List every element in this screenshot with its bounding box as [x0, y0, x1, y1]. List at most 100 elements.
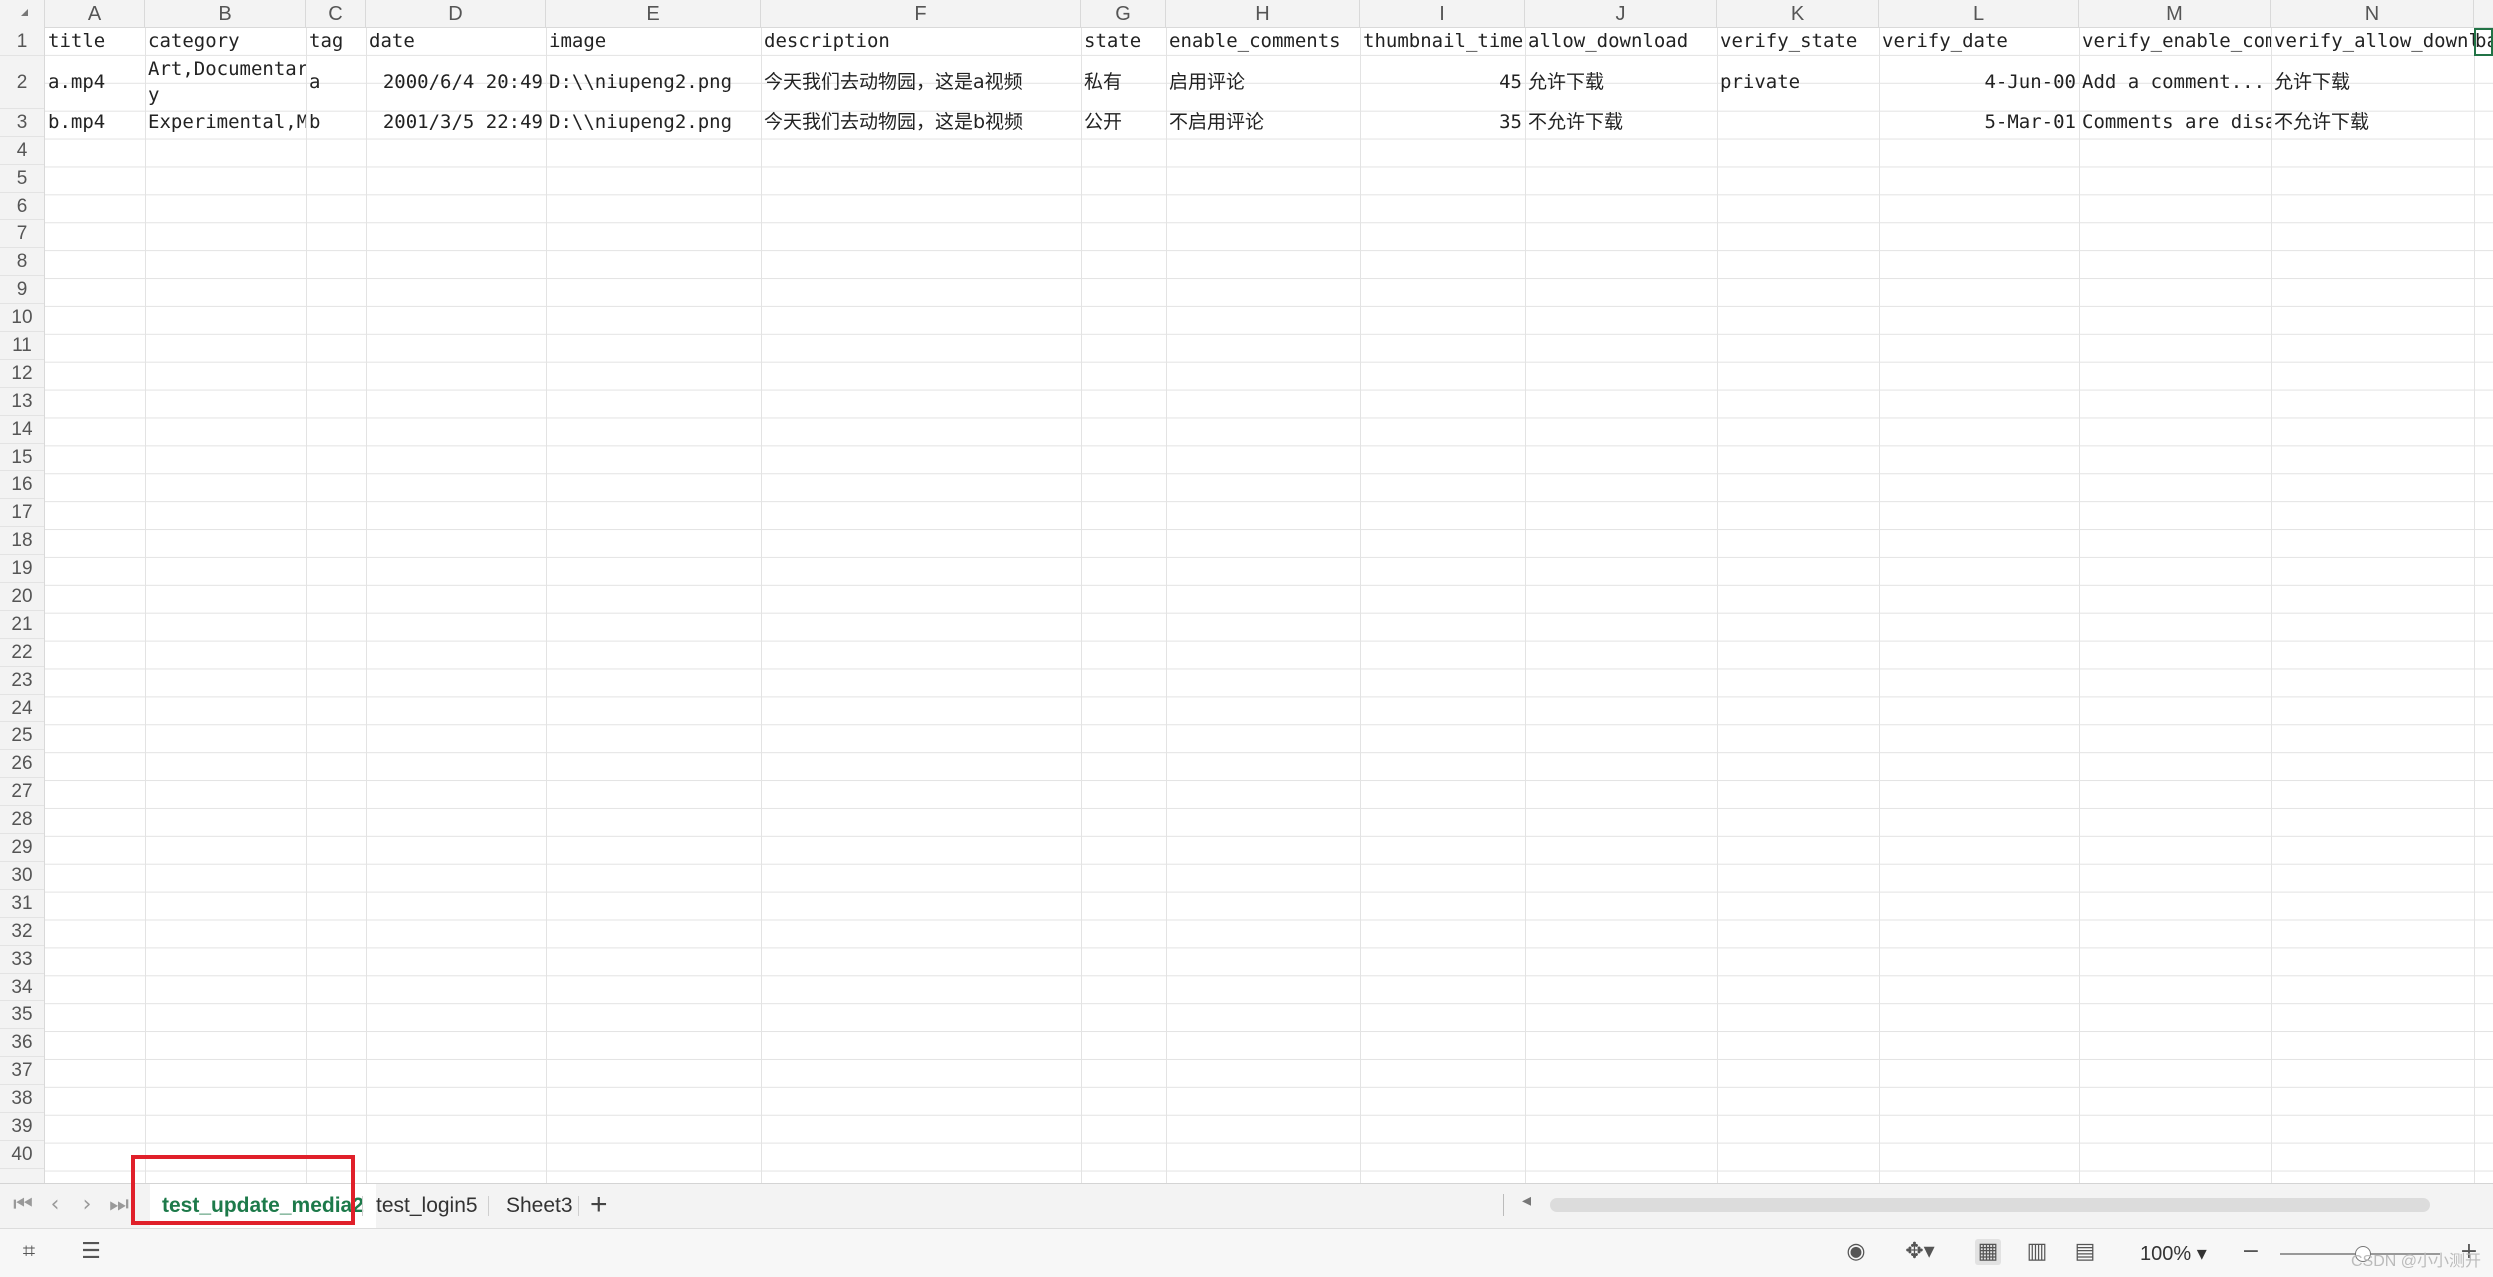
row-header[interactable]: 9 [0, 276, 44, 305]
column-header-k[interactable]: K [1717, 0, 1879, 28]
row-header[interactable]: 3 [0, 109, 44, 137]
cell-h1[interactable]: enable_comments [1166, 28, 1360, 56]
scroll-splitter[interactable] [1503, 1194, 1504, 1216]
cell-g2[interactable]: 私有 [1081, 56, 1166, 109]
column-header-a[interactable]: A [45, 0, 145, 28]
row-header[interactable]: 1 [0, 28, 44, 56]
row-header[interactable]: 33 [0, 946, 44, 974]
row-header[interactable]: 22 [0, 639, 44, 667]
page-layout-icon[interactable]: ▥ [2024, 1239, 2050, 1265]
column-header-l[interactable]: L [1879, 0, 2079, 28]
last-sheet-icon[interactable]: ⏭ [106, 1192, 132, 1217]
row-header[interactable]: 4 [0, 137, 44, 165]
row-header[interactable]: 37 [0, 1057, 44, 1086]
cell-j2[interactable]: 允许下载 [1525, 56, 1717, 109]
row-header[interactable]: 34 [0, 974, 44, 1002]
cell-c3[interactable]: b [306, 109, 366, 137]
cell-h3[interactable]: 不启用评论 [1166, 109, 1360, 137]
column-header-m[interactable]: M [2079, 0, 2271, 28]
cell-n3[interactable]: 不允许下载 [2271, 109, 2474, 137]
row-header[interactable]: 20 [0, 583, 44, 611]
column-header-g[interactable]: G [1081, 0, 1166, 28]
row-header[interactable]: 6 [0, 193, 44, 221]
cell-j3[interactable]: 不允许下载 [1525, 109, 1717, 137]
cell-d1[interactable]: date [366, 28, 546, 56]
cell-m1[interactable]: verify_enable_com [2079, 28, 2271, 56]
cell-a3[interactable]: b.mp4 [45, 109, 145, 137]
row-header[interactable]: 19 [0, 555, 44, 584]
column-header-b[interactable]: B [145, 0, 306, 28]
eye-icon[interactable]: ◉ [1843, 1239, 1869, 1265]
next-sheet-icon[interactable]: › [74, 1192, 100, 1217]
row-header[interactable]: 28 [0, 806, 44, 835]
cell-f1[interactable]: description [761, 28, 1081, 56]
tab-test-login5[interactable]: test_login5 [364, 1184, 490, 1228]
row-header[interactable]: 15 [0, 444, 44, 472]
row-header[interactable]: 35 [0, 1001, 44, 1030]
row-header[interactable]: 17 [0, 499, 44, 528]
prev-sheet-icon[interactable]: ‹ [42, 1192, 68, 1217]
row-header[interactable]: 26 [0, 750, 44, 779]
cell-m2[interactable]: Add a comment... [2079, 56, 2271, 109]
cell-k2[interactable]: private [1717, 56, 1879, 109]
first-sheet-icon[interactable]: ⏮ [10, 1192, 36, 1217]
zoom-out-icon[interactable]: − [2238, 1239, 2264, 1265]
macro-icon[interactable]: ⌗ [16, 1239, 42, 1265]
row-header[interactable]: 31 [0, 890, 44, 918]
row-header[interactable]: 29 [0, 834, 44, 862]
row-header[interactable]: 25 [0, 722, 44, 751]
add-sheet-icon[interactable]: + [590, 1188, 608, 1222]
row-header[interactable]: 10 [0, 304, 44, 333]
cell-l3[interactable]: 5-Mar-01 [1879, 109, 2079, 137]
cell-b3[interactable]: Experimental,Mu [145, 109, 306, 137]
cell-l1[interactable]: verify_date [1879, 28, 2079, 56]
row-header[interactable]: 12 [0, 360, 44, 388]
row-header[interactable]: 27 [0, 778, 44, 807]
row-header[interactable]: 23 [0, 667, 44, 695]
cell-l2[interactable]: 4-Jun-00 [1879, 56, 2079, 109]
sheet-grid[interactable]: title category tag date image descriptio… [45, 28, 2493, 1183]
row-header[interactable]: 8 [0, 248, 44, 277]
row-header[interactable]: 11 [0, 332, 44, 360]
row-header[interactable]: 18 [0, 527, 44, 556]
cell-i3[interactable]: 35 [1360, 109, 1525, 137]
column-header-c[interactable]: C [306, 0, 366, 28]
tab-sheet3[interactable]: Sheet3 [494, 1184, 585, 1228]
cell-d3[interactable]: 2001/3/5 22:49 [366, 109, 546, 137]
cell-c2[interactable]: a [306, 56, 366, 109]
row-header[interactable]: 7 [0, 220, 44, 249]
cell-n2[interactable]: 允许下载 [2271, 56, 2474, 109]
cell-e3[interactable]: D:\\niupeng2.png [546, 109, 761, 137]
cell-n1[interactable]: verify_allow_downl [2271, 28, 2474, 56]
row-header[interactable]: 2 [0, 56, 44, 109]
zoom-level[interactable]: 100% ▾ [2140, 1241, 2207, 1266]
row-header[interactable]: 21 [0, 611, 44, 639]
view-mode-icon[interactable]: ✥▾ [1900, 1239, 1940, 1265]
cell-h2[interactable]: 启用评论 [1166, 56, 1360, 109]
column-header-f[interactable]: F [761, 0, 1081, 28]
column-header-n[interactable]: N [2271, 0, 2474, 28]
row-header[interactable]: 39 [0, 1113, 44, 1141]
row-header[interactable]: 14 [0, 416, 44, 444]
row-header[interactable]: 30 [0, 862, 44, 890]
cell-g3[interactable]: 公开 [1081, 109, 1166, 137]
page-break-icon[interactable]: ▤ [2072, 1239, 2098, 1265]
row-header[interactable]: 16 [0, 471, 44, 500]
sheet-layout-icon[interactable]: ☰ [78, 1239, 104, 1265]
column-header-e[interactable]: E [546, 0, 761, 28]
column-header-d[interactable]: D [366, 0, 546, 28]
column-header-h[interactable]: H [1166, 0, 1360, 28]
normal-view-icon[interactable]: ▦ [1975, 1239, 2001, 1265]
cell-d2[interactable]: 2000/6/4 20:49 [366, 56, 546, 109]
cell-i1[interactable]: thumbnail_time [1360, 28, 1525, 56]
row-header[interactable]: 13 [0, 388, 44, 416]
row-header[interactable]: 32 [0, 918, 44, 946]
cell-c1[interactable]: tag [306, 28, 366, 56]
cell-m3[interactable]: Comments are disa [2079, 109, 2271, 137]
cell-e1[interactable]: image [546, 28, 761, 56]
column-header-i[interactable]: I [1360, 0, 1525, 28]
row-header[interactable]: 24 [0, 695, 44, 723]
cell-b2[interactable]: Art,Documentar y [145, 56, 306, 108]
cell-g1[interactable]: state [1081, 28, 1166, 56]
cell-j1[interactable]: allow_download [1525, 28, 1717, 56]
